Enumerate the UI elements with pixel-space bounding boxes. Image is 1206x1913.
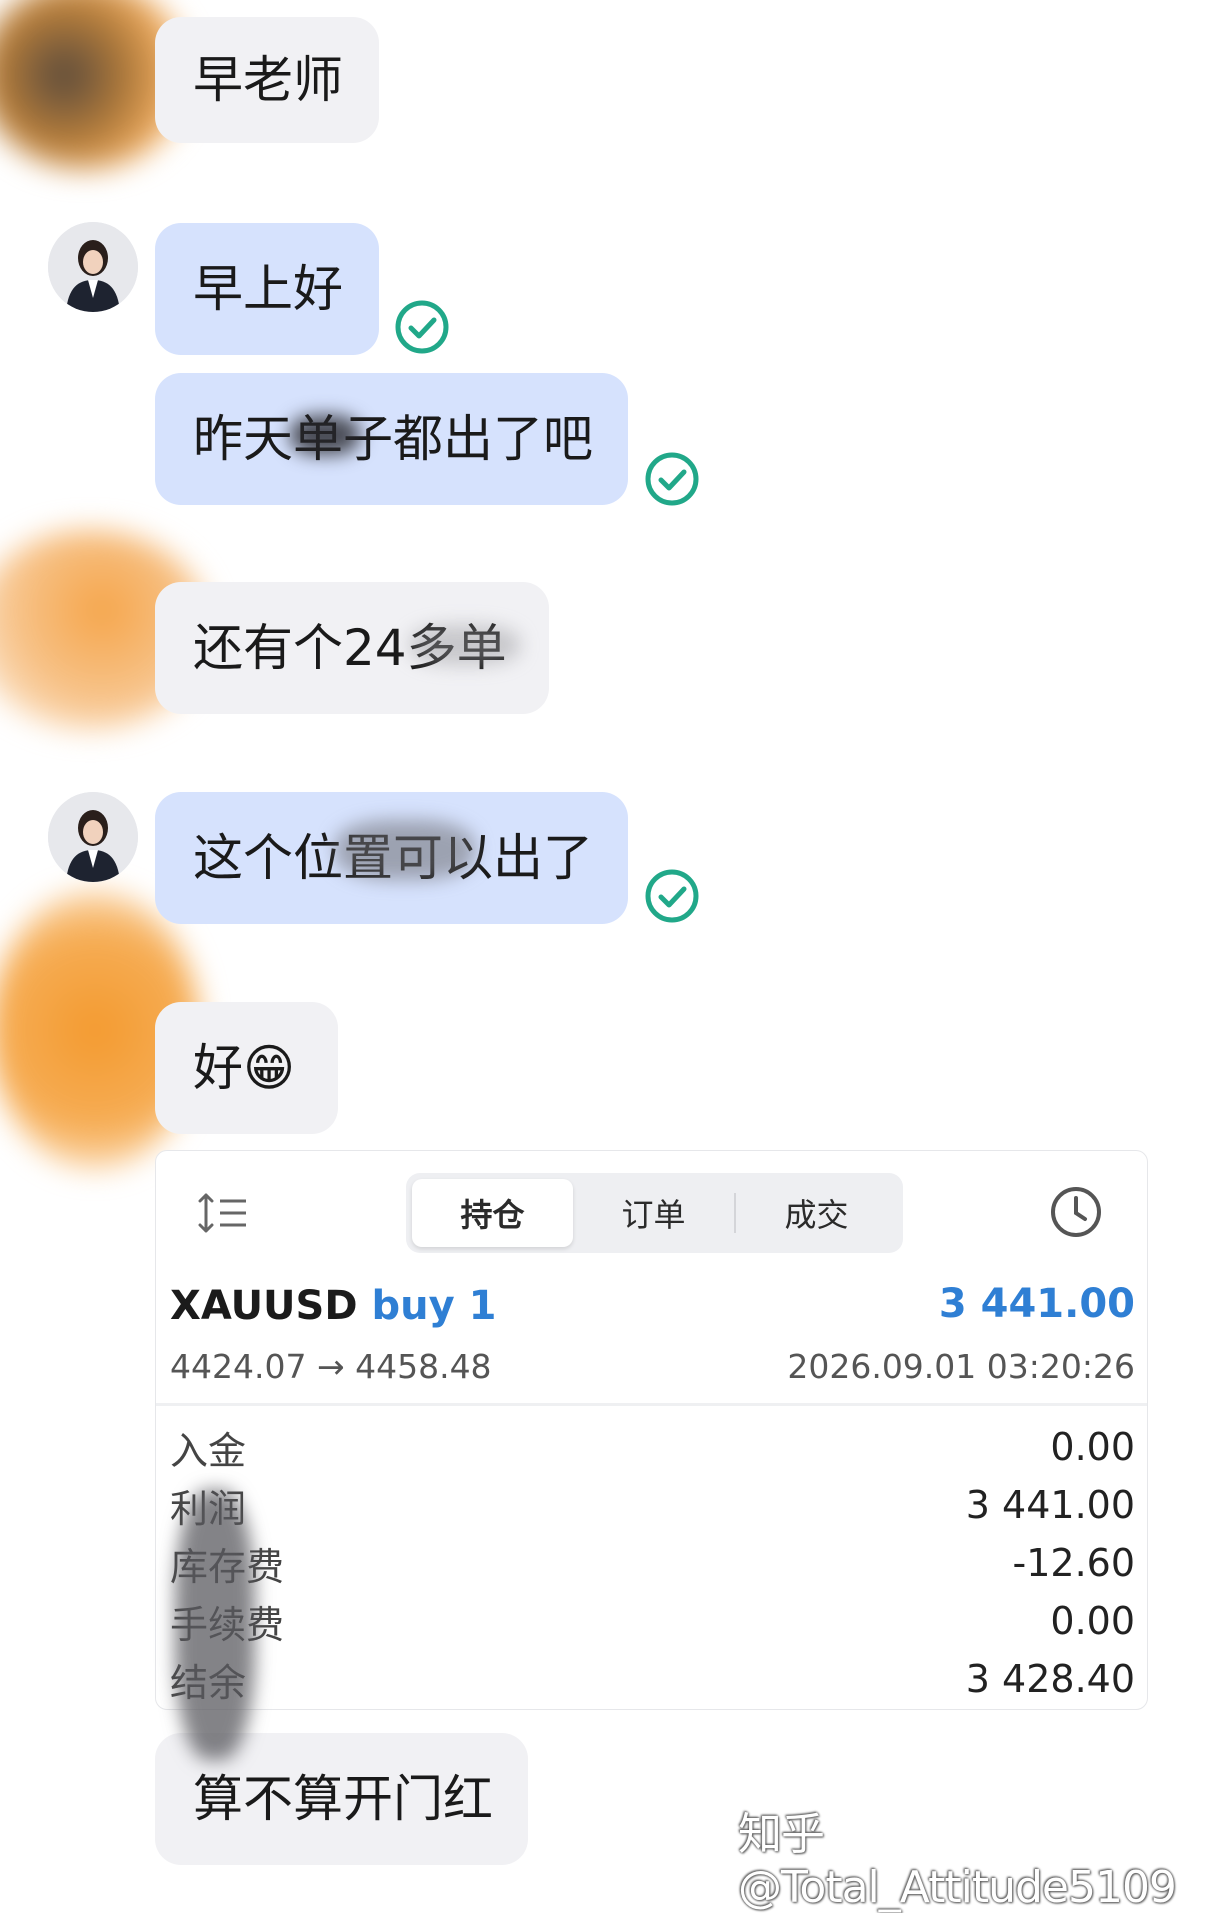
read-check-icon: [645, 452, 699, 506]
summary-row: 库存费 -12.60: [170, 1535, 1135, 1591]
summary-row: 入金 0.00: [170, 1419, 1135, 1475]
trade-screenshot-card: 持仓 订单 成交 XAUUSD buy 1 3 441.00 4424.07 →…: [155, 1150, 1148, 1710]
summary-value: 3 428.40: [965, 1657, 1135, 1701]
tab-positions[interactable]: 持仓: [412, 1179, 573, 1247]
position-profit: 3 441.00: [938, 1281, 1135, 1327]
avatar: [48, 222, 138, 312]
position-time: 2026.09.01 03:20:26: [787, 1347, 1135, 1386]
message-bubble-outgoing: 昨天单子都出了吧: [155, 373, 628, 505]
message-text: 早老师: [193, 51, 343, 109]
redaction-smear: [175, 1490, 255, 1760]
summary-value: -12.60: [1012, 1541, 1136, 1585]
price-range: 4424.07 → 4458.48: [170, 1347, 492, 1386]
redaction-smear: [335, 820, 475, 880]
summary-row: 手续费 0.00: [170, 1593, 1135, 1649]
read-check-icon: [645, 869, 699, 923]
summary-label: 入金: [170, 1428, 247, 1473]
redaction-smear: [290, 415, 360, 455]
sort-list-icon[interactable]: [198, 1189, 250, 1237]
message-bubble-incoming: 早老师: [155, 17, 379, 143]
segmented-tabs: 持仓 订单 成交: [406, 1173, 903, 1253]
message-text: 昨天单子都出了吧: [193, 410, 593, 468]
tab-deals[interactable]: 成交: [736, 1179, 897, 1247]
divider: [156, 1403, 1147, 1406]
redaction-smear: [410, 625, 520, 665]
message-bubble-incoming: 好😁: [155, 1002, 338, 1134]
summary-value: 0.00: [1050, 1599, 1135, 1643]
summary-value: 3 441.00: [965, 1483, 1135, 1527]
summary-value: 0.00: [1050, 1425, 1135, 1469]
read-check-icon: [395, 300, 449, 354]
message-text: 算不算开门红: [193, 1770, 493, 1828]
summary-row: 利润 3 441.00: [170, 1477, 1135, 1533]
message-text: 早上好: [193, 260, 343, 318]
tab-orders[interactable]: 订单: [573, 1179, 734, 1247]
watermark: 知乎 @Total_Attitude5109: [738, 1809, 1177, 1913]
symbol-name: XAUUSD: [170, 1283, 358, 1329]
summary-row: 结余 3 428.40: [170, 1651, 1135, 1707]
message-bubble-outgoing: 早上好: [155, 223, 379, 355]
avatar: [48, 792, 138, 882]
position-symbol[interactable]: XAUUSD buy 1: [170, 1283, 496, 1329]
clock-icon[interactable]: [1049, 1185, 1103, 1239]
position-direction: buy 1: [371, 1283, 497, 1329]
message-text: 好😁: [193, 1039, 296, 1097]
